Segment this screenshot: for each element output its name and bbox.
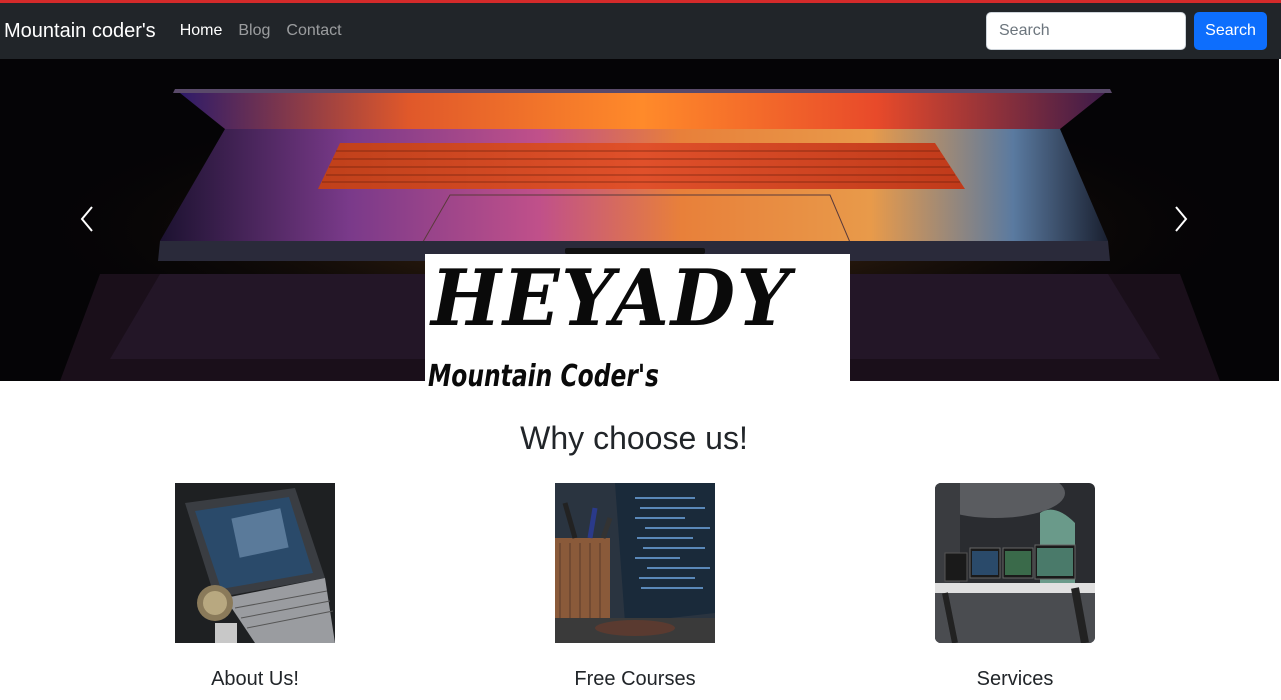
carousel-prev-button[interactable] bbox=[68, 189, 108, 249]
search-button[interactable]: Search bbox=[1194, 12, 1267, 50]
chevron-left-icon bbox=[80, 206, 93, 232]
feature-courses-title: Free Courses bbox=[574, 668, 696, 690]
heyady-logo: HEYADY Mountain Coder's bbox=[425, 253, 850, 392]
chevron-right-icon bbox=[1175, 206, 1188, 232]
nav-link-home[interactable]: Home bbox=[172, 22, 231, 40]
feature-about-title: About Us! bbox=[211, 668, 299, 690]
navbar: Mountain coder's Home Blog Contact Searc… bbox=[0, 3, 1281, 59]
feature-services-title: Services bbox=[976, 668, 1054, 690]
feature-courses-image bbox=[555, 483, 715, 643]
feature-courses: Free Courses bbox=[535, 483, 735, 691]
search-input[interactable] bbox=[986, 12, 1186, 50]
section-heading: Why choose us! bbox=[520, 420, 748, 456]
feature-about: About Us! bbox=[155, 483, 355, 691]
logo-title: HEYADY bbox=[431, 253, 792, 344]
logo-subtitle: Mountain Coder's bbox=[428, 359, 659, 394]
feature-services-image bbox=[935, 483, 1095, 643]
feature-about-image bbox=[175, 483, 335, 643]
feature-services: Services bbox=[915, 483, 1115, 691]
carousel-next-button[interactable] bbox=[1160, 189, 1200, 249]
search-form: Search bbox=[986, 12, 1267, 50]
nav-link-blog[interactable]: Blog bbox=[230, 22, 278, 40]
brand-link[interactable]: Mountain coder's bbox=[4, 20, 156, 43]
nav-link-contact[interactable]: Contact bbox=[278, 22, 349, 40]
